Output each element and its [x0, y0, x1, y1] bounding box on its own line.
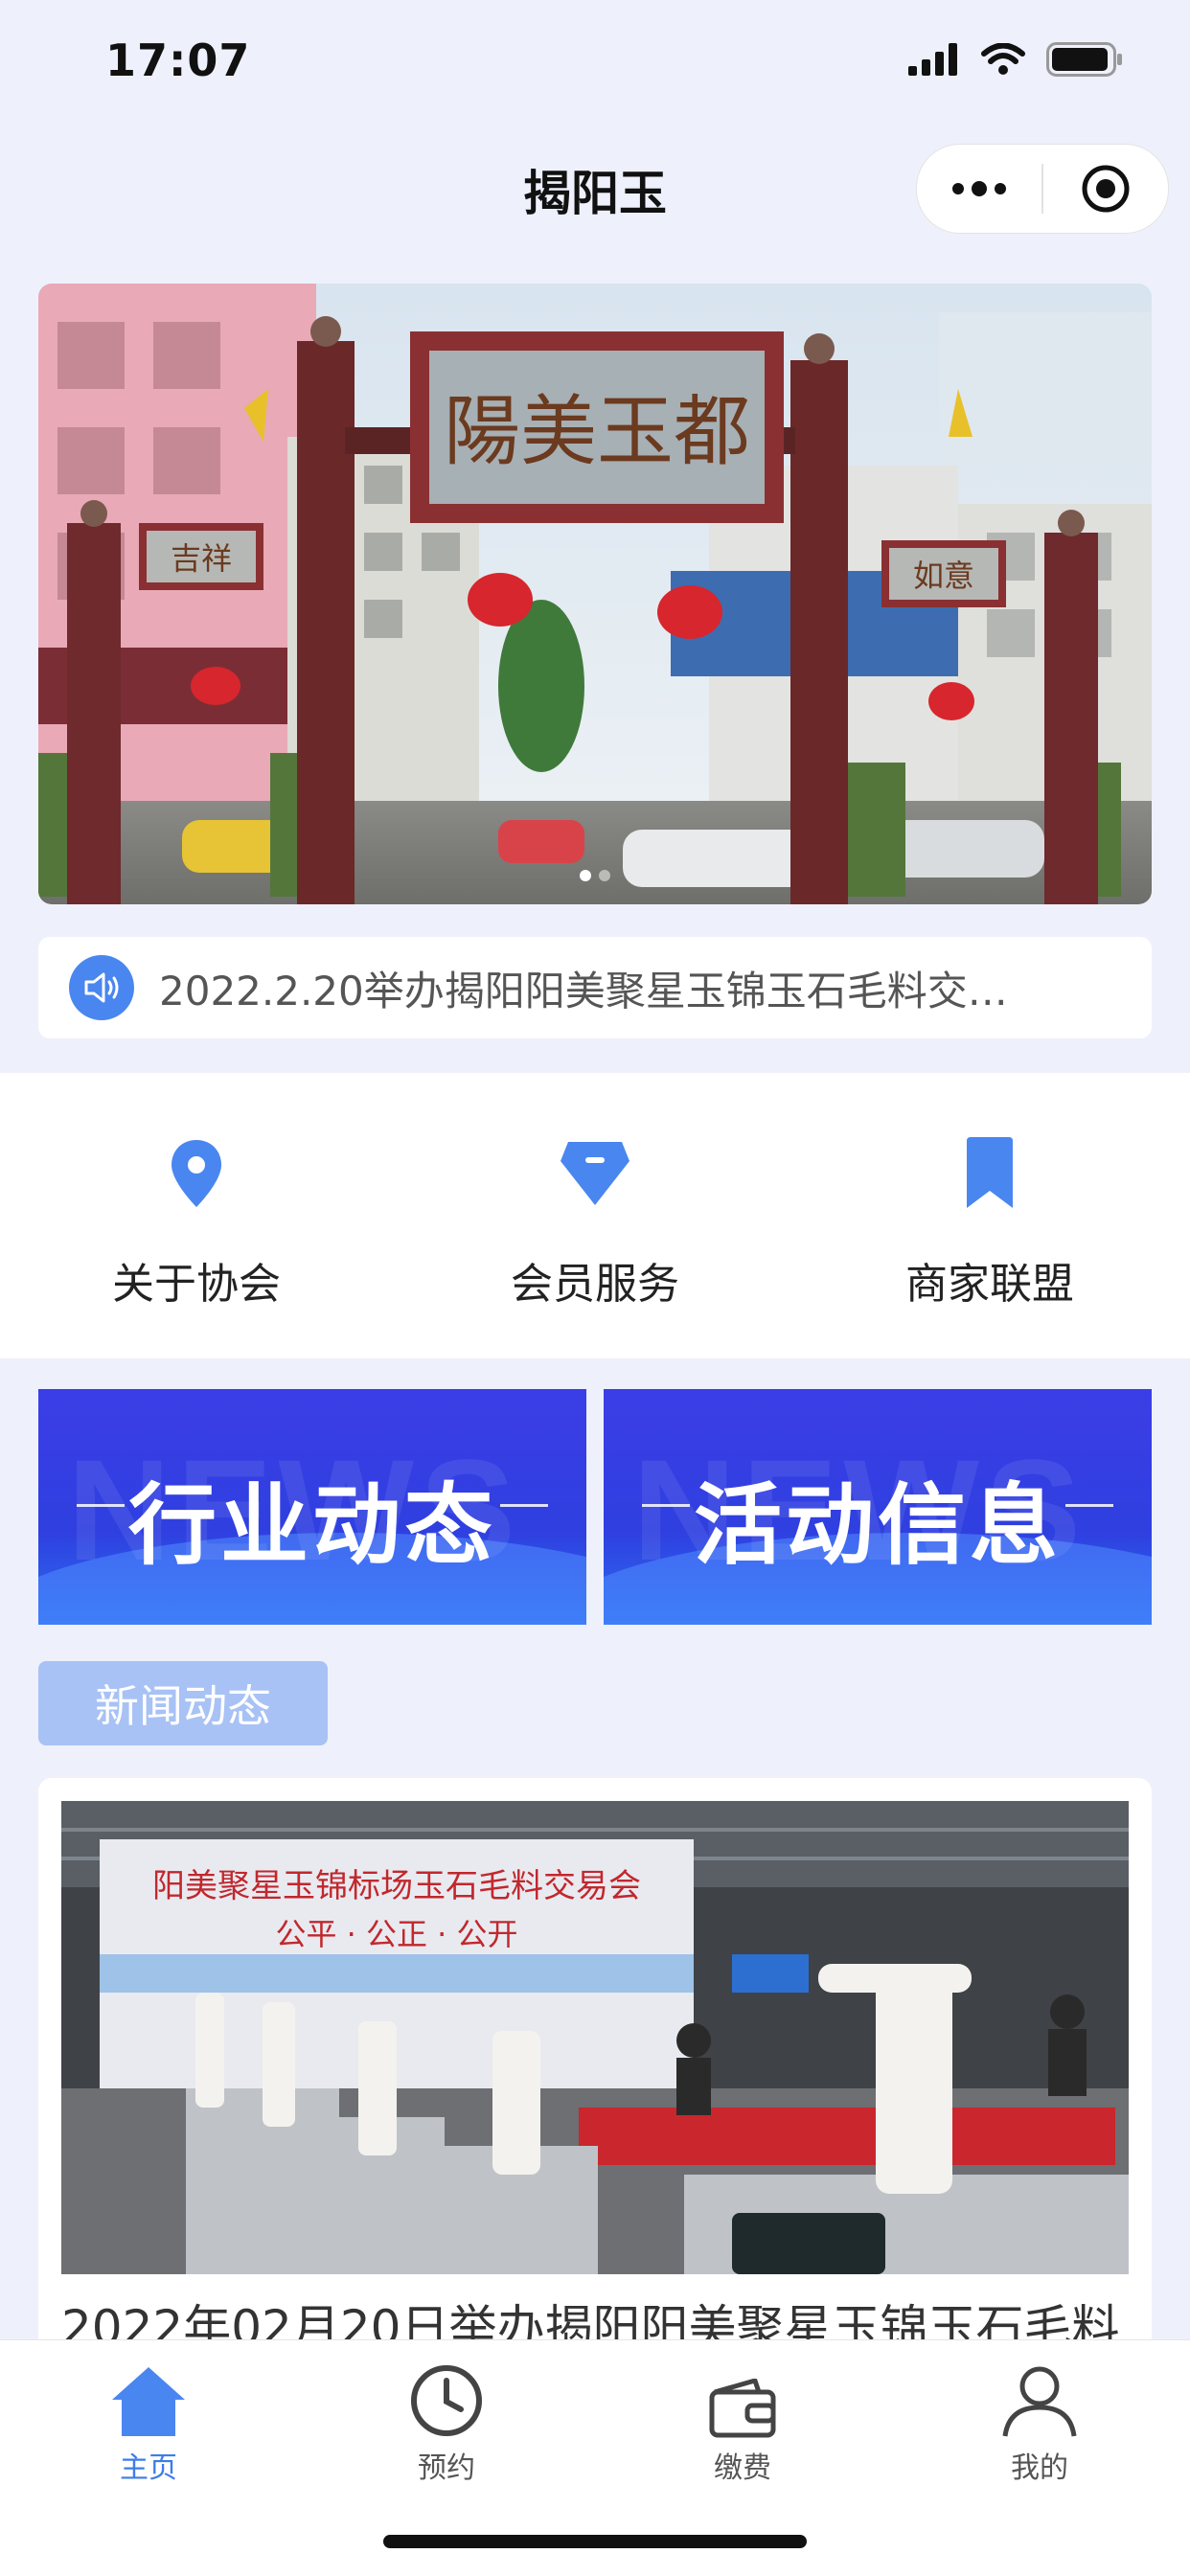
- home-indicator[interactable]: [383, 2535, 807, 2548]
- quick-menu: 关于协会 会员服务 商家联盟: [0, 1073, 1190, 1358]
- more-dots-icon: [952, 181, 1006, 196]
- tab-home[interactable]: 主页: [53, 2352, 244, 2486]
- menu-item-about[interactable]: 关于协会: [43, 1130, 350, 1311]
- battery-icon: [1046, 42, 1122, 77]
- tab-reservation[interactable]: 预约: [351, 2352, 542, 2486]
- news-photo: 阳美聚星玉锦标场玉石毛料交易会 公平 · 公正 · 公开: [61, 1801, 1129, 2274]
- more-button[interactable]: [917, 145, 1041, 233]
- banner-image: 陽美玉都 吉祥 如意: [38, 284, 1152, 904]
- activity-info-title: 活动信息: [693, 1474, 1062, 1577]
- menu-label-merchant-alliance: 商家联盟: [905, 1260, 1074, 1309]
- close-miniprogram-button[interactable]: [1043, 145, 1168, 233]
- news-photo-banner: 阳美聚星玉锦标场玉石毛料交易会: [152, 1867, 641, 1905]
- menu-item-merchant-alliance[interactable]: 商家联盟: [836, 1130, 1143, 1311]
- notice-bar[interactable]: 2022.2.20举办揭阳阳美聚星玉锦玉石毛料交…: [38, 937, 1152, 1038]
- signal-icon: [908, 43, 957, 76]
- user-icon: [1002, 2366, 1077, 2437]
- tab-label-home: 主页: [120, 2451, 177, 2485]
- tab-label-reservation: 预约: [418, 2451, 475, 2485]
- status-time: 17:07: [105, 34, 251, 86]
- wallet-icon: [709, 2379, 776, 2438]
- banner-carousel[interactable]: 陽美玉都 吉祥 如意: [38, 284, 1152, 904]
- location-pin-icon: [172, 1140, 221, 1207]
- home-icon: [112, 2367, 185, 2436]
- menu-item-member-service[interactable]: 会员服务: [442, 1130, 748, 1311]
- tab-mine[interactable]: 我的: [944, 2352, 1135, 2486]
- status-bar: 17:07: [0, 0, 1190, 134]
- industry-news-title: 行业动态: [127, 1474, 496, 1577]
- diamond-icon: [561, 1142, 629, 1205]
- speaker-icon: [69, 955, 134, 1020]
- news-photo-slogan: 公平 · 公正 · 公开: [275, 1916, 517, 1952]
- notice-text: 2022.2.20举办揭阳阳美聚星玉锦玉石毛料交…: [159, 967, 1008, 1014]
- status-icons: [908, 42, 1123, 77]
- industry-news-card[interactable]: NEWS 行业动态: [38, 1389, 586, 1625]
- banner-plaque-text: 陽美玉都: [444, 387, 750, 476]
- bookmark-icon: [967, 1137, 1013, 1208]
- nav-bar: 揭阳玉: [0, 134, 1190, 249]
- activity-info-card[interactable]: NEWS 活动信息: [604, 1389, 1152, 1625]
- news-section-tag: 新闻动态: [38, 1661, 328, 1745]
- tab-payment[interactable]: 缴费: [647, 2352, 838, 2486]
- tab-label-payment: 缴费: [714, 2451, 771, 2485]
- clock-icon: [411, 2365, 482, 2436]
- tab-label-mine: 我的: [1011, 2451, 1068, 2485]
- target-circle-icon: [1082, 165, 1130, 213]
- menu-label-member-service: 会员服务: [511, 1260, 679, 1309]
- menu-label-about: 关于协会: [112, 1260, 281, 1309]
- banner-right-sign: 如意: [913, 558, 974, 594]
- miniprogram-capsule: [916, 144, 1169, 234]
- wifi-icon: [981, 43, 1025, 75]
- banner-left-sign: 吉祥: [171, 540, 232, 577]
